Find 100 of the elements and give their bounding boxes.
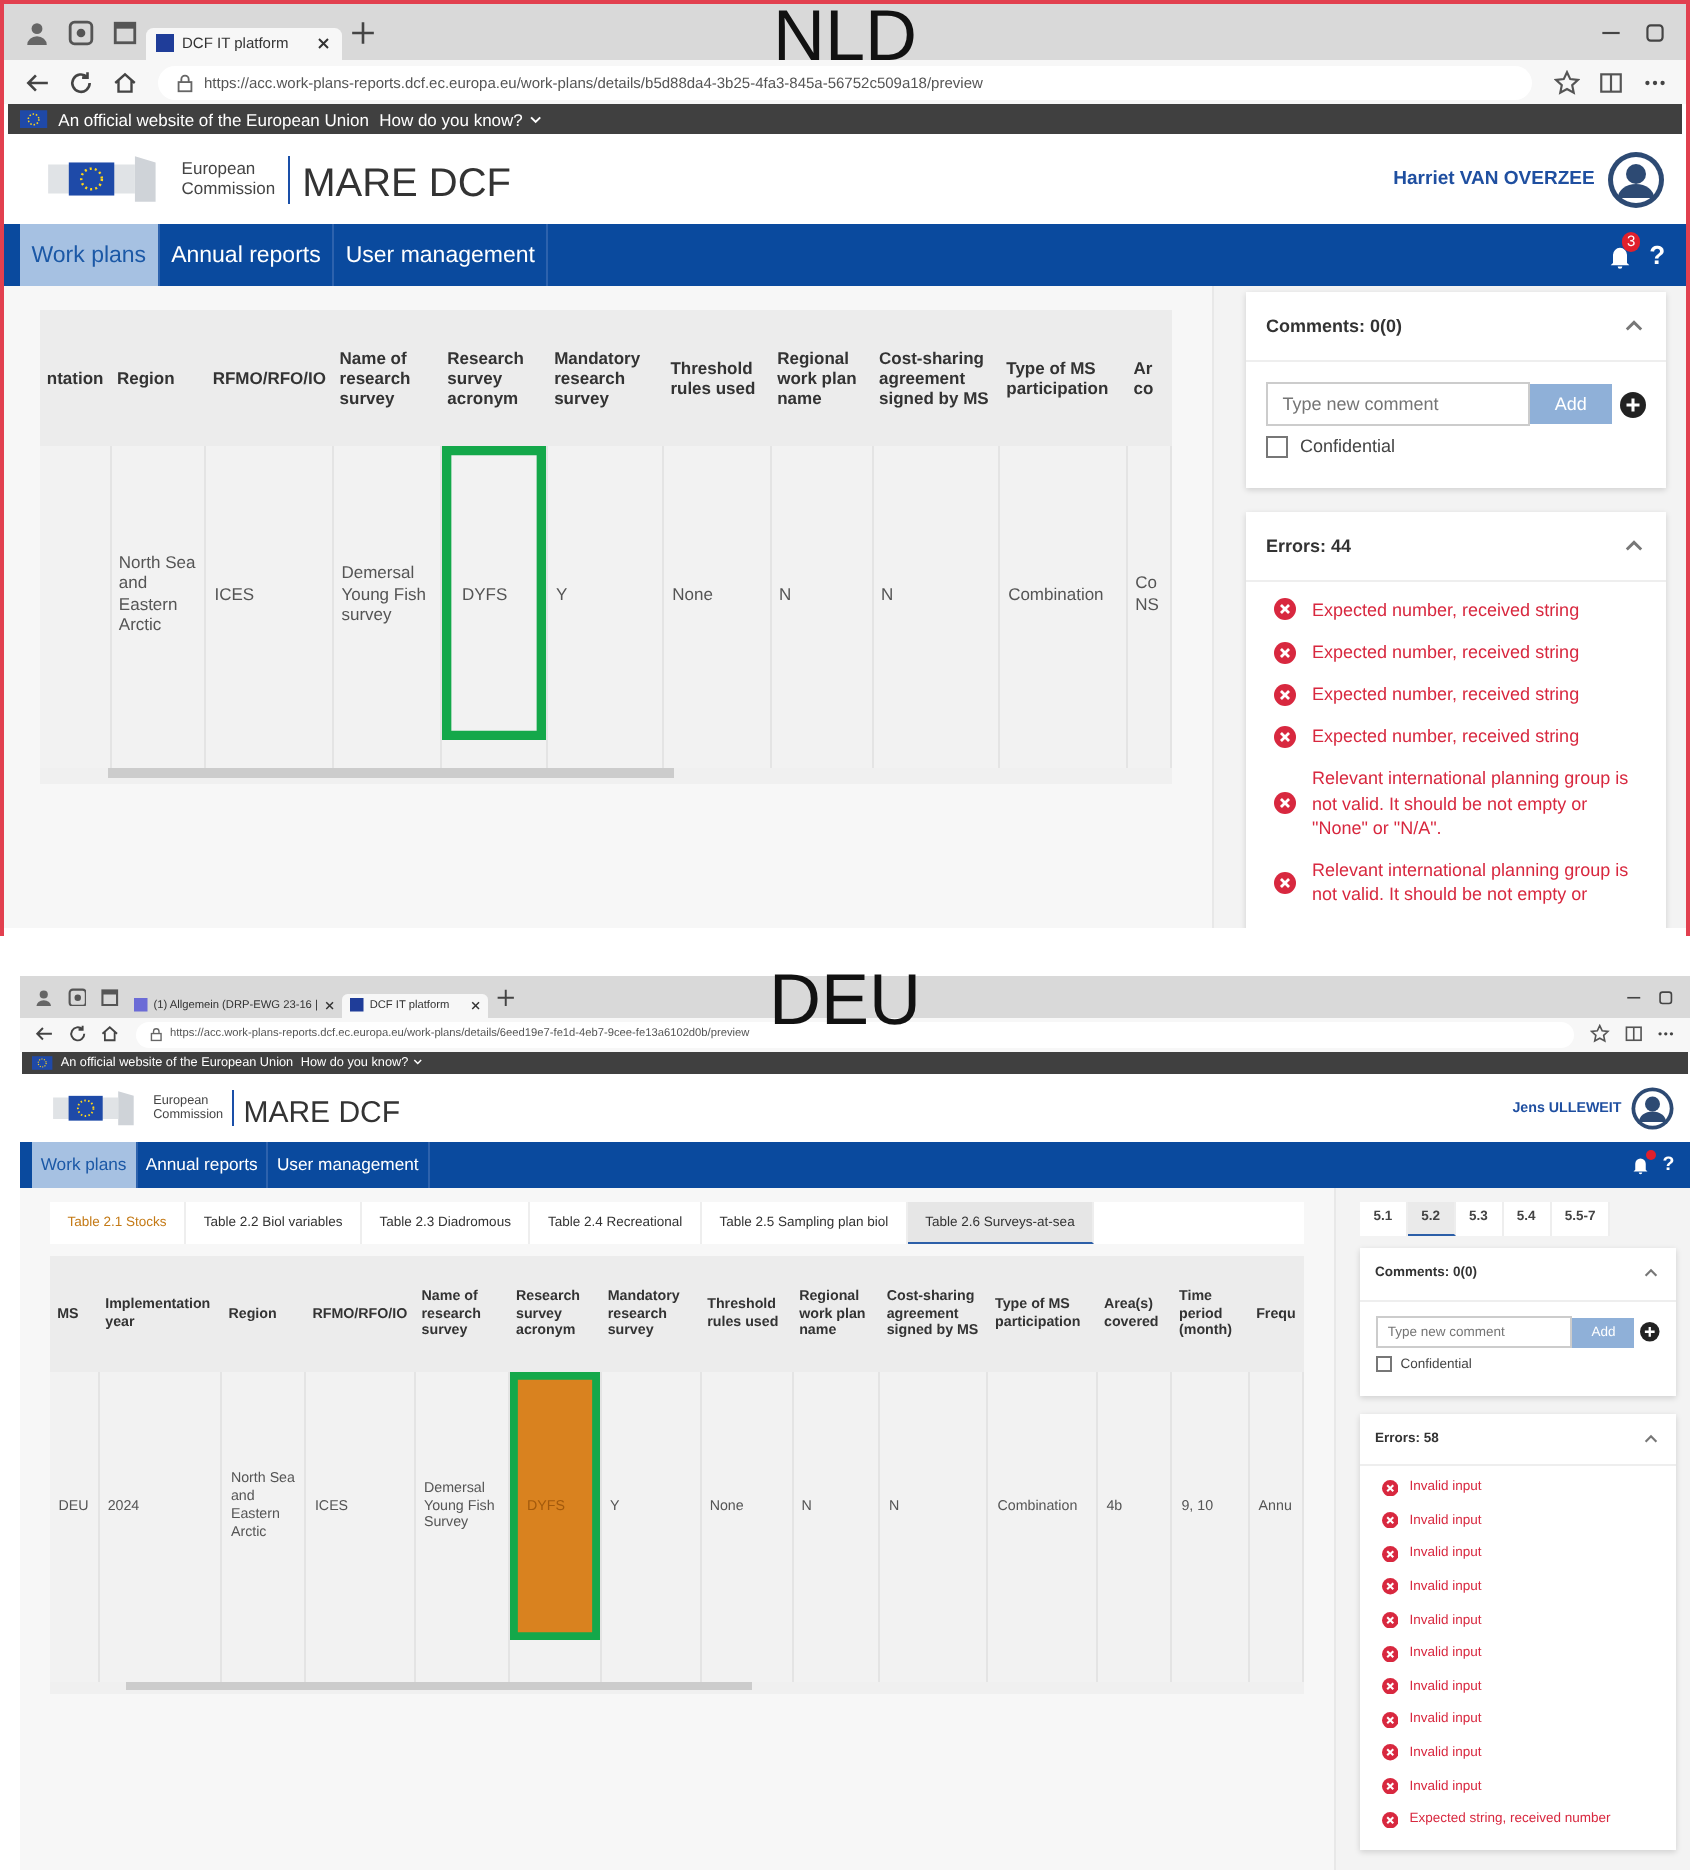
org-name: European [181, 160, 258, 180]
column-header: Regional work plan name [770, 310, 873, 447]
error-icon [1381, 1778, 1398, 1795]
column-header: ntation [40, 310, 111, 447]
error-icon [1274, 683, 1296, 706]
home-icon[interactable] [111, 69, 137, 95]
lock-icon [147, 1026, 164, 1043]
error-message: Expected number, received string [1312, 597, 1580, 623]
error-icon [1274, 792, 1296, 815]
app-title: MARE DCF [302, 162, 512, 209]
star-icon[interactable] [1590, 1024, 1610, 1045]
workspaces-icon[interactable] [67, 987, 87, 1007]
refresh-icon[interactable] [67, 1024, 87, 1045]
app-title: MARE DCF [243, 1095, 401, 1130]
column-header: Name of research survey [332, 310, 441, 447]
help-link[interactable]: ? [1662, 1141, 1675, 1188]
card-title: Errors: 44 [1266, 535, 1352, 556]
column-header: Ar co [1126, 310, 1171, 447]
how-do-you-know-link[interactable]: How do you know? [379, 109, 523, 130]
table-cell: DYFS [440, 446, 548, 741]
back-arrow-icon[interactable] [34, 1024, 54, 1045]
checkbox[interactable] [1375, 1356, 1392, 1373]
table-cell: Demersal Young Fish survey [332, 446, 441, 741]
chevron-down-icon[interactable] [412, 1056, 424, 1069]
error-icon [1381, 1578, 1398, 1596]
error-message: Expected number, received string [1312, 682, 1580, 707]
table-cell: North Sea and Eastern Arctic [110, 446, 206, 741]
error-message: Expected number, received string [1312, 640, 1580, 665]
error-message: Relevant international planning group is not valid. It should be not empty or [1312, 857, 1631, 907]
error-icon [1381, 1545, 1398, 1562]
restore-icon[interactable] [1641, 19, 1667, 45]
close-icon[interactable] [323, 1000, 335, 1012]
chevron-up-icon[interactable] [1642, 1429, 1660, 1448]
error-icon [1381, 1479, 1398, 1496]
refresh-icon[interactable] [67, 69, 93, 95]
error-icon [1381, 1678, 1398, 1695]
banner-text: An official website of the European Union [58, 109, 369, 130]
column-header: Region [110, 310, 206, 447]
column-header: RFMO/RFO/IO [205, 310, 333, 447]
home-icon[interactable] [100, 1024, 120, 1045]
split-screen-icon[interactable] [1597, 69, 1623, 95]
card-title: Comments: 0(0) [1266, 316, 1403, 337]
error-icon [1381, 1512, 1398, 1529]
tab-actions-icon[interactable] [111, 19, 137, 45]
favicon-icon [350, 998, 365, 1013]
table-cell: N [872, 446, 1000, 741]
workspaces-icon[interactable] [67, 19, 93, 45]
bell-icon[interactable] [1629, 1154, 1651, 1176]
user-name[interactable]: Harriet VAN OVERZEE [1393, 168, 1595, 191]
chevron-down-icon[interactable] [527, 111, 544, 127]
error-message: Relevant international planning group is not valid. It should be not empty or "None" or "N/A". [1312, 766, 1631, 840]
nav-tab[interactable]: Work plans [32, 1141, 138, 1188]
help-link[interactable]: ? [1649, 224, 1666, 287]
notification-dot [1645, 1150, 1657, 1161]
error-icon [1381, 1611, 1398, 1629]
error-message: Expected number, received string [1312, 724, 1580, 749]
split-screen-icon[interactable] [1623, 1024, 1643, 1045]
error-icon [1381, 1711, 1398, 1729]
table-cell: Y [547, 446, 664, 741]
error-icon [1381, 1744, 1398, 1762]
close-icon[interactable] [469, 1000, 482, 1012]
table-cell: ICES [205, 446, 333, 741]
tab-actions-icon[interactable] [100, 987, 120, 1007]
new-tab-icon[interactable] [350, 19, 376, 45]
eu-flag-icon [20, 109, 49, 129]
lock-icon [174, 71, 196, 93]
table-cell: N [770, 446, 873, 741]
column-header: Cost-sharing agreement signed by MS [872, 310, 1000, 447]
profile-icon[interactable] [34, 987, 54, 1007]
profile-icon[interactable] [23, 19, 49, 45]
error-icon [1274, 641, 1296, 664]
new-tab-icon[interactable] [495, 987, 516, 1007]
org-name: Commission [181, 179, 276, 200]
restore-icon[interactable] [1656, 987, 1676, 1007]
error-icon [1274, 725, 1296, 748]
avatar-icon[interactable] [1606, 149, 1666, 210]
table-cell: Co NS [1126, 446, 1171, 741]
column-header: Type of MS participation [999, 310, 1127, 447]
column-header: Research survey acronym [440, 310, 548, 447]
error-icon [1274, 598, 1296, 621]
favicon-icon [156, 34, 175, 53]
eu-flag-icon [32, 1055, 54, 1070]
error-icon [1381, 1645, 1398, 1662]
star-icon[interactable] [1553, 69, 1579, 95]
back-arrow-icon[interactable] [23, 69, 49, 95]
table-cell: Combination [999, 446, 1127, 741]
checkbox[interactable] [1266, 435, 1288, 458]
plus-circle-icon[interactable] [1640, 1322, 1660, 1343]
column-header: Threshold rules used [663, 310, 771, 447]
error-icon [1381, 1811, 1398, 1828]
favicon-icon [134, 998, 148, 1013]
nav-tab[interactable]: Work plans [20, 224, 160, 287]
plus-circle-icon[interactable] [1620, 391, 1646, 418]
table-cell: None [663, 446, 771, 741]
error-icon [1274, 871, 1296, 894]
column-header: Mandatory research survey [547, 310, 664, 447]
close-icon[interactable] [315, 36, 331, 51]
checkbox-label: Confidential [1300, 436, 1396, 457]
comment-input[interactable]: Type new comment [1266, 382, 1530, 426]
avatar-icon[interactable] [1630, 1085, 1675, 1131]
